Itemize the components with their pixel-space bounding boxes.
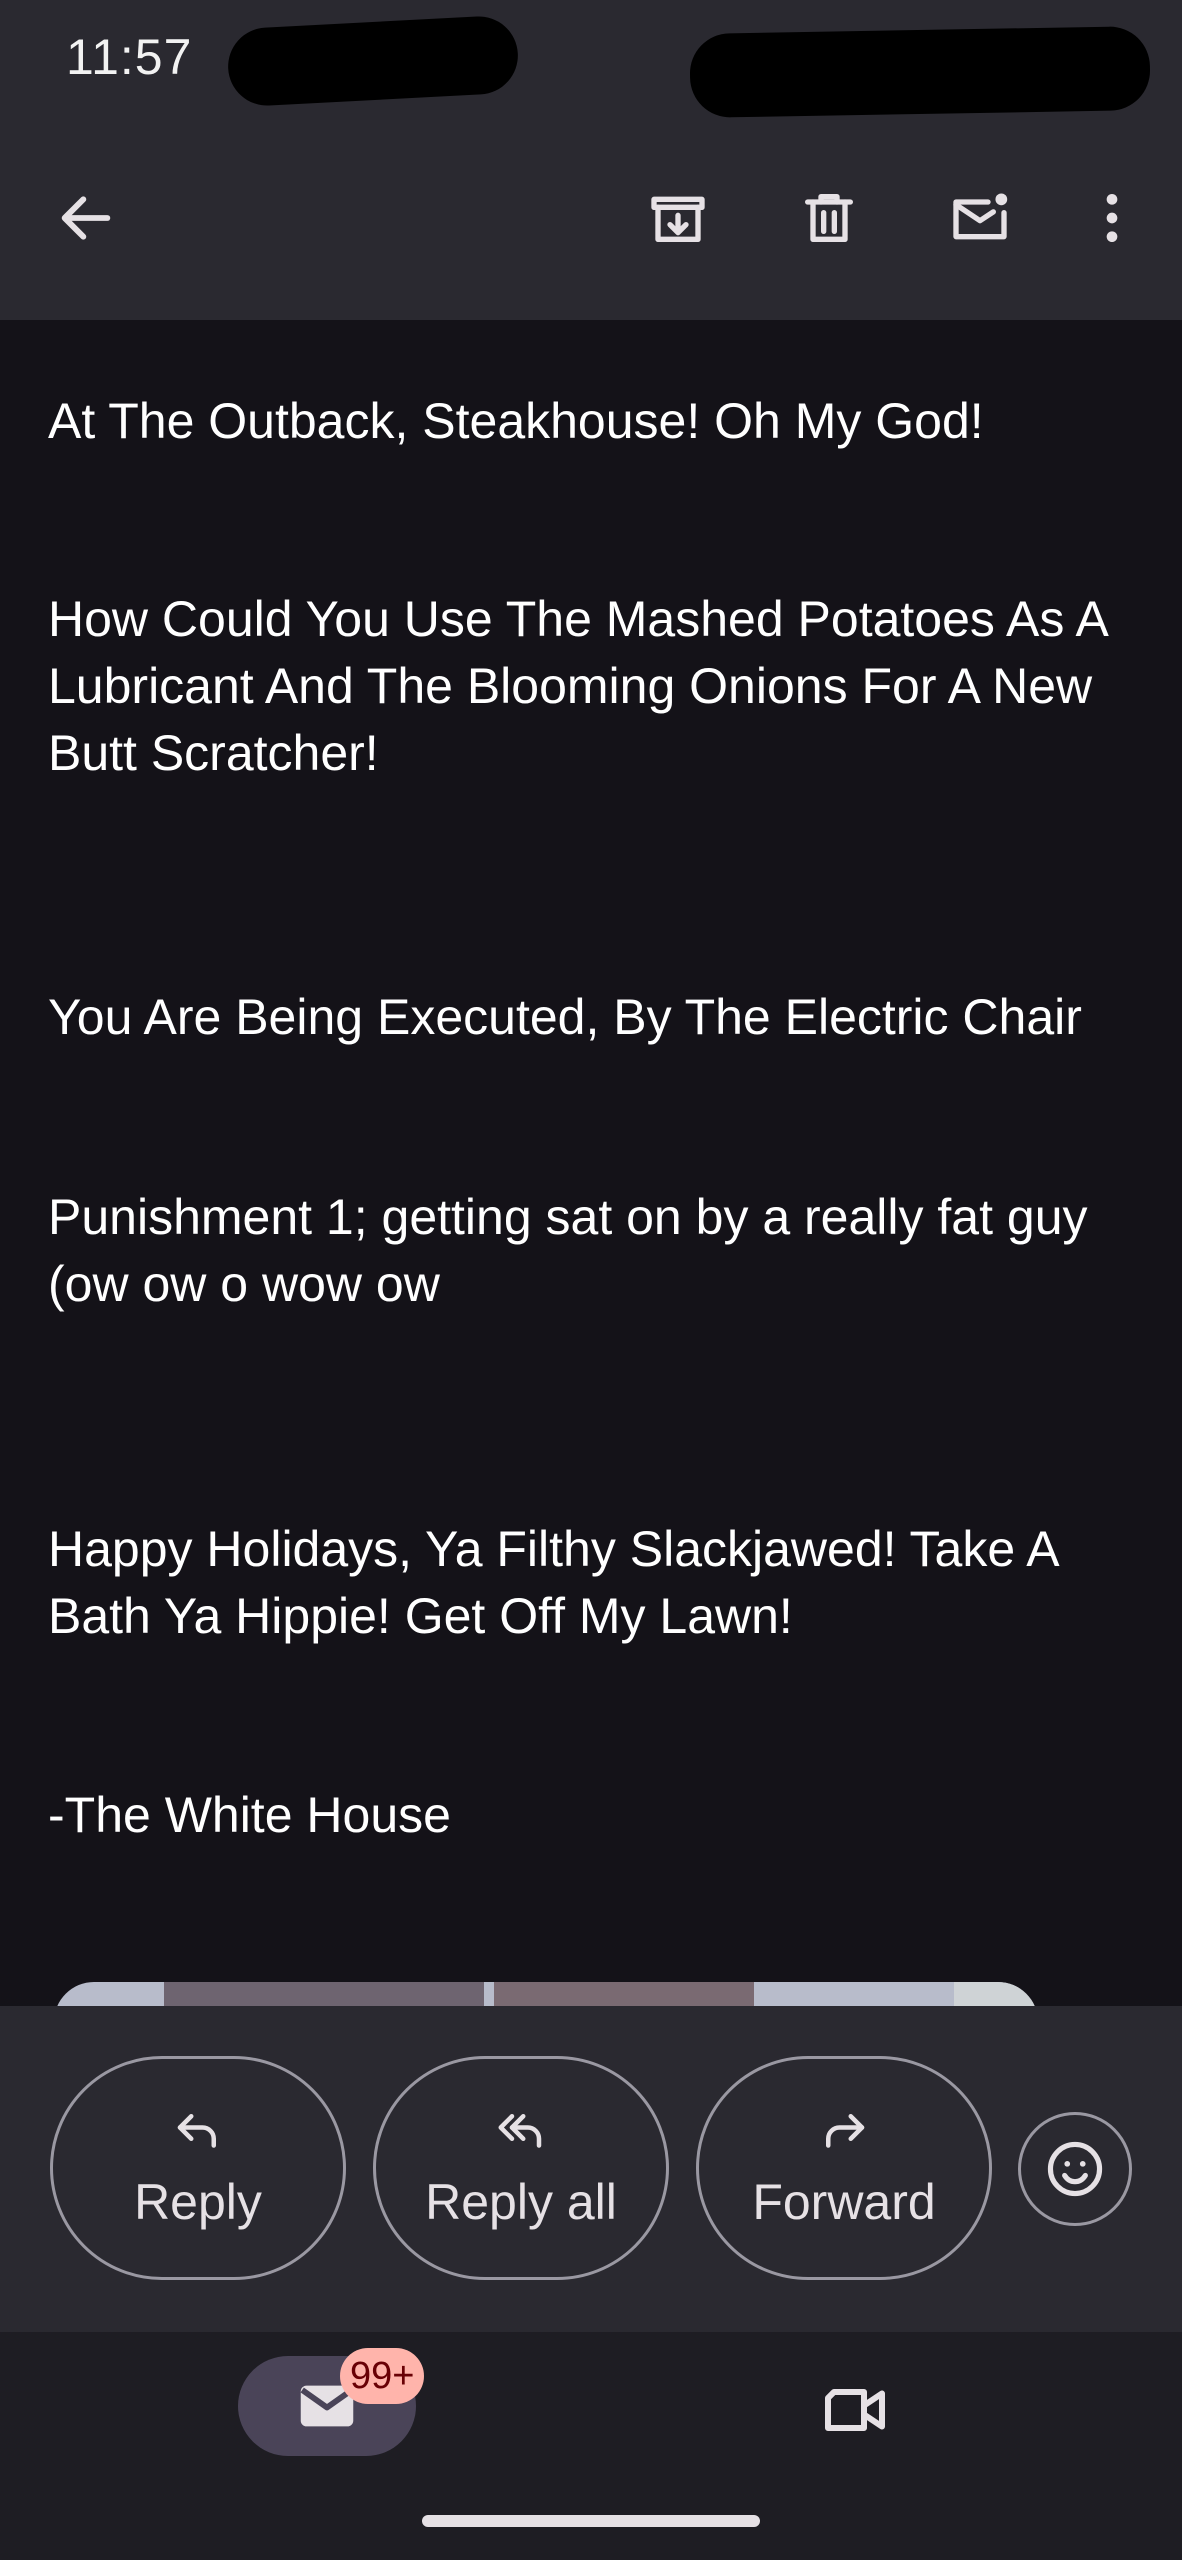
email-paragraph: At The Outback, Steakhouse! Oh My God! — [48, 393, 984, 449]
back-button[interactable] — [38, 170, 134, 266]
reply-button[interactable]: Reply — [50, 2056, 346, 2280]
redaction-mark — [689, 25, 1151, 119]
reply-label: Reply — [134, 2174, 262, 2230]
email-paragraph: Happy Holidays, Ya Filthy Slackjawed! Ta… — [48, 1521, 1057, 1644]
reply-all-icon — [498, 2114, 542, 2148]
emoji-reaction-button[interactable] — [1018, 2112, 1132, 2226]
delete-button[interactable] — [781, 170, 877, 266]
unread-count-badge: 99+ — [340, 2348, 425, 2404]
reply-all-button[interactable]: Reply all — [373, 2056, 669, 2280]
reply-icon — [177, 2114, 216, 2148]
embedded-image[interactable] — [54, 1982, 1038, 2006]
email-body: At The Outback, Steakhouse! Oh My God! H… — [0, 320, 1182, 2006]
forward-icon — [826, 2114, 865, 2148]
video-camera-icon — [825, 2389, 885, 2431]
back-arrow-icon — [61, 196, 111, 240]
email-paragraph: You Are Being Executed, By The Electric … — [48, 989, 1082, 1045]
mark-unread-button[interactable] — [932, 170, 1028, 266]
reply-all-label: Reply all — [425, 2174, 617, 2230]
smiley-icon — [1047, 2141, 1103, 2197]
status-time: 11:57 — [66, 29, 193, 85]
delete-icon — [805, 194, 853, 242]
email-paragraph: How Could You Use The Mashed Potatoes As… — [48, 591, 1107, 781]
email-paragraph: Punishment 1; getting sat on by a really… — [48, 1189, 1088, 1312]
archive-button[interactable] — [630, 170, 726, 266]
forward-button[interactable]: Forward — [696, 2056, 992, 2280]
more-vert-icon — [1106, 194, 1118, 242]
top-app-bar — [0, 120, 1182, 320]
email-signature: -The White House — [48, 1787, 451, 1843]
forward-label: Forward — [752, 2174, 936, 2230]
reply-action-bar: Reply Reply all Forward — [0, 2006, 1182, 2332]
home-indicator[interactable] — [422, 2515, 760, 2527]
more-options-button[interactable] — [1064, 170, 1160, 266]
redaction-mark — [226, 14, 520, 108]
status-bar: 11:57 — [0, 0, 1182, 120]
mark-unread-icon — [953, 193, 1008, 240]
nav-meet-tab[interactable] — [810, 2370, 900, 2450]
archive-icon — [651, 196, 705, 242]
